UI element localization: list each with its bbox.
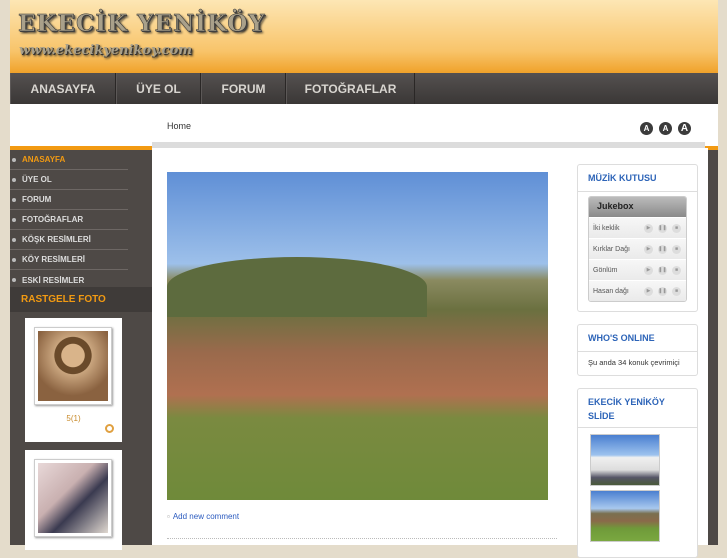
track-name: Gönlüm — [593, 266, 618, 274]
play-icon[interactable]: ▶ — [644, 286, 653, 296]
bullet-icon — [12, 257, 16, 262]
track-row: Hasan dağı ▶ ❚❚ ■ — [589, 280, 686, 301]
bullet-icon — [12, 237, 16, 242]
sidebar-item-uye-ol[interactable]: ÜYE OL — [10, 170, 128, 190]
site-header: EKECİK YENİKÖY www.ekecikyenikoy.com — [10, 0, 718, 73]
slide-box: EKECİK YENİKÖY SLİDE — [577, 388, 698, 558]
bullet-icon — [12, 217, 16, 222]
track-name: İki keklik — [593, 224, 620, 232]
nav-forum[interactable]: FORUM — [201, 73, 286, 104]
label: ANASAYFA — [22, 155, 66, 164]
jukebox-title: Jukebox — [589, 197, 686, 217]
stop-icon[interactable]: ■ — [672, 265, 681, 275]
label: ÜYE OL — [22, 175, 52, 184]
village-photo — [167, 172, 548, 500]
track-name: Kırklar Dağı — [593, 245, 630, 253]
font-medium-button[interactable]: A — [659, 122, 672, 135]
font-large-button[interactable]: A — [678, 122, 691, 135]
sidebar-item-anasayfa[interactable]: ANASAYFA — [10, 150, 128, 170]
pause-icon[interactable]: ❚❚ — [658, 286, 667, 296]
label: KÖY RESİMLERİ — [22, 255, 85, 264]
logo-title[interactable]: EKECİK YENİKÖY — [18, 10, 266, 38]
sidebar-item-fotograflar[interactable]: FOTOĞRAFLAR — [10, 210, 128, 230]
label: KÖŞK RESİMLERİ — [22, 235, 91, 244]
photo-thumbnail[interactable] — [34, 327, 112, 405]
logo-url: www.ekecikyenikoy.com — [19, 43, 193, 58]
pause-icon[interactable]: ❚❚ — [658, 223, 667, 233]
play-icon[interactable]: ▶ — [644, 223, 653, 233]
sidebar-item-forum[interactable]: FORUM — [10, 190, 128, 210]
right-strip — [708, 104, 718, 545]
pause-icon[interactable]: ❚❚ — [658, 244, 667, 254]
sidebar-item-kosk-resimleri[interactable]: KÖŞK RESİMLERİ — [10, 230, 128, 250]
stop-icon[interactable]: ■ — [672, 223, 681, 233]
label: FORUM — [22, 195, 52, 204]
zoom-icon[interactable] — [105, 424, 114, 433]
stop-icon[interactable]: ■ — [672, 244, 681, 254]
breadcrumb-bar — [10, 104, 708, 146]
dotted-divider — [167, 538, 557, 539]
breadcrumb-home[interactable]: Home — [167, 121, 191, 131]
bullet-icon — [12, 197, 16, 202]
mountain — [167, 257, 427, 317]
nav-fotograflar[interactable]: FOTOĞRAFLAR — [286, 73, 415, 104]
track-row: Gönlüm ▶ ❚❚ ■ — [589, 259, 686, 280]
bullet-icon — [12, 157, 16, 162]
add-comment-link[interactable]: ▫ Add new comment — [167, 512, 239, 521]
main-nav: ANASAYFA ÜYE OL FORUM FOTOĞRAFLAR — [10, 73, 718, 104]
slide-title: EKECİK YENİKÖY SLİDE — [588, 397, 665, 421]
slide-image[interactable] — [590, 490, 660, 542]
track-row: İki keklik ▶ ❚❚ ■ — [589, 217, 686, 238]
stop-icon[interactable]: ■ — [672, 286, 681, 296]
random-photo-card — [25, 450, 122, 550]
music-box: MÜZİK KUTUSU Jukebox İki keklik ▶ ❚❚ ■ Kırk… — [577, 164, 698, 312]
random-photo-card: 5(1) — [25, 318, 122, 442]
random-photo-title: RASTGELE FOTO — [10, 287, 152, 312]
track-row: Kırklar Dağı ▶ ❚❚ ■ — [589, 238, 686, 259]
nav-anasayfa[interactable]: ANASAYFA — [10, 73, 116, 104]
font-small-button[interactable]: A — [640, 122, 653, 135]
photo-thumbnail[interactable] — [34, 459, 112, 537]
bullet-icon — [12, 177, 16, 182]
label: ESKİ RESİMLER — [22, 275, 85, 285]
whos-online-box: WHO'S ONLINE Şu anda 34 konuk çevrimiçi — [577, 324, 698, 376]
sidebar: ANASAYFA ÜYE OL FORUM FOTOĞRAFLAR KÖŞK R… — [10, 146, 152, 550]
comment-icon: ▫ — [167, 512, 170, 521]
sidebar-item-koy-resimleri[interactable]: KÖY RESİMLERİ — [10, 250, 128, 270]
pause-icon[interactable]: ❚❚ — [658, 265, 667, 275]
track-name: Hasan dağı — [593, 287, 629, 295]
online-count: Şu anda 34 konuk çevrimiçi — [588, 358, 680, 367]
add-comment-label: Add new comment — [172, 512, 240, 521]
bullet-icon — [12, 278, 16, 282]
nav-uye-ol[interactable]: ÜYE OL — [116, 73, 201, 104]
play-icon[interactable]: ▶ — [644, 244, 653, 254]
play-icon[interactable]: ▶ — [644, 265, 653, 275]
music-box-title: MÜZİK KUTUSU — [578, 165, 697, 192]
photo-caption: 5(1) — [66, 414, 81, 423]
jukebox: Jukebox İki keklik ▶ ❚❚ ■ Kırklar Dağı ▶ ❚❚ ■ … — [588, 196, 687, 302]
slide-image[interactable] — [590, 434, 660, 486]
whos-online-title: WHO'S ONLINE — [578, 325, 697, 352]
label: FOTOĞRAFLAR — [22, 215, 84, 224]
